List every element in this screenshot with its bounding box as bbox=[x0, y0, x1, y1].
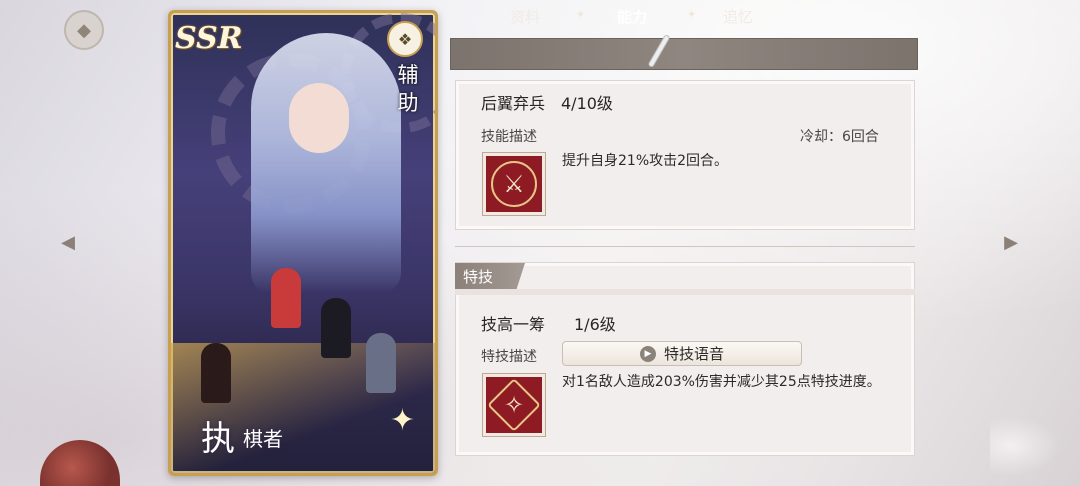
rarity-badge: SSR bbox=[175, 21, 243, 56]
tab-bar bbox=[450, 38, 918, 70]
skill-description: 提升自身21%攻击2回合。 bbox=[562, 153, 729, 169]
character-name-large: 执 bbox=[201, 419, 235, 459]
skill-desc-label: 技能描述 bbox=[481, 129, 537, 145]
role-emblem-icon: ❖ bbox=[387, 21, 423, 57]
skill-icon[interactable]: ⚔ bbox=[482, 152, 546, 216]
skill-level: 4/10级 bbox=[561, 94, 613, 113]
tab-abilities[interactable]: 能力 bbox=[617, 6, 647, 27]
special-voice-label: 特技语音 bbox=[663, 345, 724, 363]
prev-character-button[interactable]: ◀ bbox=[55, 231, 81, 253]
special-panel-header-strip bbox=[455, 289, 915, 295]
butterfly-decoration bbox=[990, 416, 1060, 476]
character-face bbox=[289, 83, 349, 153]
back-arrow-icon: ◆ bbox=[77, 19, 91, 41]
section-divider bbox=[455, 246, 915, 247]
chibi-figure bbox=[321, 298, 351, 358]
special-voice-button[interactable]: ▶ 特技语音 bbox=[562, 341, 802, 366]
chibi-figure bbox=[201, 343, 231, 403]
next-character-button[interactable]: ▶ bbox=[998, 231, 1024, 253]
character-card: SSR ❖ 辅助 执 棋者 ✦ bbox=[168, 10, 438, 476]
right-arrow-icon: ▶ bbox=[1004, 231, 1018, 253]
skill-cooldown: 冷却：6回合 bbox=[800, 129, 879, 145]
chibi-figure bbox=[366, 333, 396, 393]
left-arrow-icon: ◀ bbox=[61, 231, 75, 253]
chibi-figure bbox=[271, 268, 301, 328]
special-icon[interactable]: ✧ bbox=[482, 373, 546, 437]
special-section-title: 特技 bbox=[455, 263, 525, 289]
crossed-weapons-icon: ⚔ bbox=[491, 161, 537, 207]
special-description: 对1名敌人造成203%伤害并减少其25点特技进度。 bbox=[562, 374, 881, 390]
tab-memories[interactable]: 追忆 bbox=[723, 6, 753, 27]
gem-crystal-icon: ✧ bbox=[487, 378, 541, 432]
tab-separator-icon: ✦ bbox=[576, 8, 586, 21]
play-icon: ▶ bbox=[639, 345, 656, 362]
special-level: 1/6级 bbox=[574, 315, 616, 334]
tab-profile[interactable]: 资料 bbox=[510, 6, 540, 27]
role-label: 辅助 bbox=[397, 63, 419, 115]
skill-name: 后翼弃兵 bbox=[481, 94, 546, 113]
special-desc-label: 特技描述 bbox=[481, 349, 537, 365]
special-name: 技高一筹 bbox=[481, 315, 546, 334]
tab-separator-icon: ✦ bbox=[687, 8, 697, 21]
sparkle-icon: ✦ bbox=[389, 403, 415, 438]
character-portrait bbox=[251, 33, 401, 293]
character-name-small: 棋者 bbox=[243, 427, 283, 451]
back-button[interactable]: ◆ bbox=[64, 10, 104, 50]
